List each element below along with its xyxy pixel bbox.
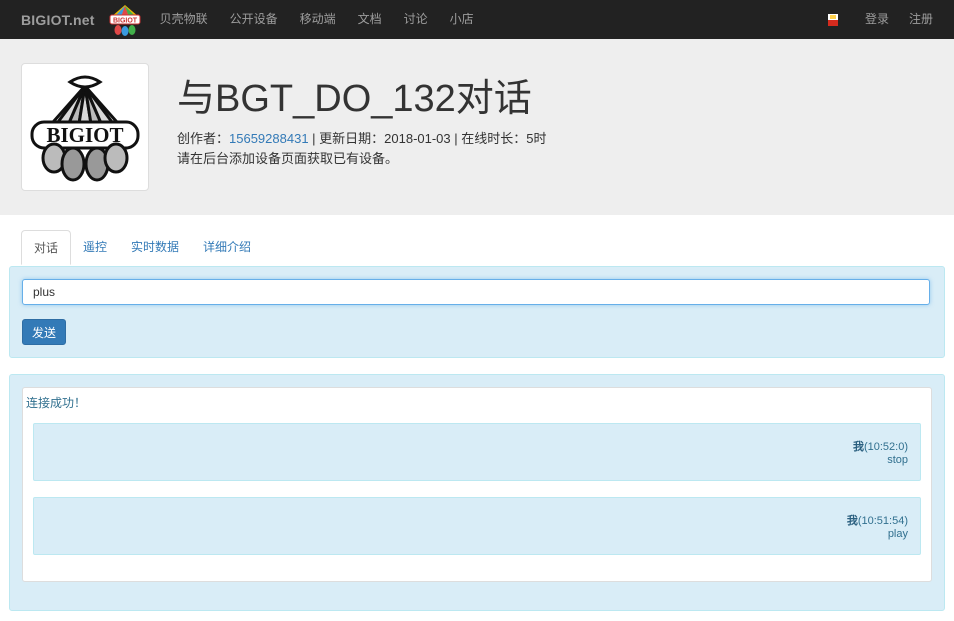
chat-message: 我(10:51:54) play bbox=[33, 497, 921, 555]
svg-text:BIGIOT: BIGIOT bbox=[113, 17, 138, 24]
tab-bar: 对话 遥控 实时数据 详细介绍 bbox=[21, 230, 263, 265]
register-link[interactable]: 注册 bbox=[899, 0, 954, 39]
device-header: BIGIOT 与BGT_DO_132对话 创作者：15659288431 | 更… bbox=[0, 39, 954, 215]
message-time: (10:52:0) bbox=[863, 441, 908, 453]
page-title: 与BGT_DO_132对话 bbox=[177, 78, 532, 120]
login-link[interactable]: 登录 bbox=[855, 0, 899, 39]
bigiot-logo-icon[interactable]: BIGIOT bbox=[107, 3, 143, 37]
chat-log[interactable]: 连接成功！ 我(10:52:0) stop 我(10:51:54) play bbox=[22, 387, 932, 582]
brand-link[interactable]: BIGIOT.net bbox=[21, 12, 95, 28]
message-sender: 我 bbox=[846, 515, 858, 527]
svg-text:BIGIOT: BIGIOT bbox=[46, 123, 123, 147]
tab-details[interactable]: 详细介绍 bbox=[191, 230, 263, 264]
tab-realtime-data[interactable]: 实时数据 bbox=[119, 230, 191, 264]
tab-remote-control[interactable]: 遥控 bbox=[71, 230, 119, 264]
nav-item-docs[interactable]: 文档 bbox=[347, 0, 393, 39]
device-meta: 创作者：15659288431 | 更新日期：2018-01-03 | 在线时长… bbox=[177, 129, 546, 169]
nav-item-shop[interactable]: 小店 bbox=[439, 0, 485, 39]
tab-chat[interactable]: 对话 bbox=[21, 230, 72, 265]
language-flag-icon[interactable] bbox=[827, 13, 838, 26]
message-input[interactable] bbox=[22, 279, 930, 305]
nav-item-bigiot[interactable]: 贝壳物联 bbox=[149, 0, 219, 39]
message-text: stop bbox=[887, 454, 908, 466]
top-navbar: BIGIOT.net BIGIOT 贝壳物联 公开设备 移动端 文档 讨论 小店… bbox=[0, 0, 954, 39]
connection-status: 连接成功！ bbox=[26, 396, 87, 410]
meta-details: | 更新日期：2018-01-03 | 在线时长：5时 bbox=[308, 131, 547, 146]
send-button[interactable]: 发送 bbox=[22, 319, 66, 345]
bigiot-shell-logo: BIGIOT bbox=[30, 75, 140, 182]
nav-item-discuss[interactable]: 讨论 bbox=[393, 0, 439, 39]
device-thumbnail: BIGIOT bbox=[21, 63, 149, 191]
chat-log-panel: 连接成功！ 我(10:52:0) stop 我(10:51:54) play bbox=[9, 374, 945, 611]
nav-item-public-devices[interactable]: 公开设备 bbox=[219, 0, 289, 39]
message-text: play bbox=[887, 528, 908, 540]
creator-link[interactable]: 15659288431 bbox=[229, 131, 309, 146]
send-panel: 发送 bbox=[9, 266, 945, 358]
message-time: (10:51:54) bbox=[857, 515, 908, 527]
creator-label: 创作者： bbox=[177, 131, 230, 146]
device-note: 请在后台添加设备页面获取已有设备。 bbox=[177, 151, 399, 166]
nav-item-mobile[interactable]: 移动端 bbox=[289, 0, 347, 39]
message-sender: 我 bbox=[852, 441, 864, 453]
chat-message: 我(10:52:0) stop bbox=[33, 423, 921, 481]
